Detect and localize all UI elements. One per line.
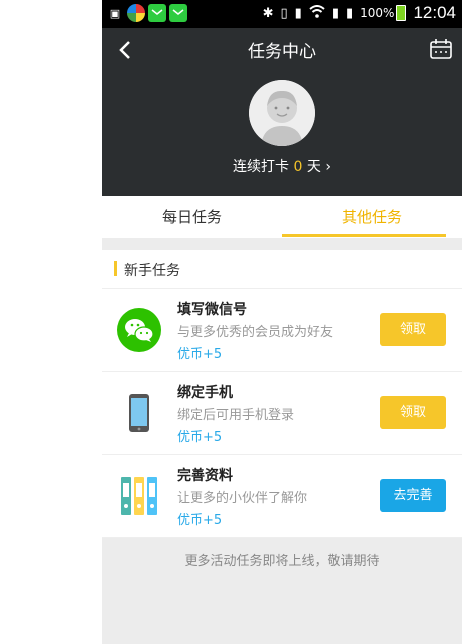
vibrate-icon: ▯ bbox=[280, 5, 288, 21]
section-title: 新手任务 bbox=[124, 263, 180, 279]
coming-soon-note: 更多活动任务即将上线，敬请期待 bbox=[184, 554, 380, 569]
page-title: 任务中心 bbox=[248, 42, 316, 62]
binders-icon bbox=[116, 473, 162, 519]
task-reward: 优币+5 bbox=[177, 347, 223, 362]
usb-icon: ▣ bbox=[109, 6, 121, 20]
tab-daily-tasks[interactable]: 每日任务 bbox=[102, 196, 282, 238]
sim-icon: ▮ bbox=[294, 5, 302, 21]
app-logo-icon bbox=[127, 4, 145, 22]
complete-profile-button[interactable]: 去完善 bbox=[380, 479, 446, 512]
checkin-days: 0 bbox=[293, 159, 303, 175]
claim-button[interactable]: 领取 bbox=[380, 396, 446, 429]
message-icon bbox=[148, 4, 166, 22]
system-icons: ✱ ▯ ▮ ▮ ▮ 100% 12:04 bbox=[263, 3, 456, 23]
task-item: 完善资料 让更多的小伙伴了解你 优币+5 去完善 bbox=[102, 455, 462, 538]
status-bar: ▣ ✱ ▯ ▮ ▮ ▮ 100% 12:04 bbox=[102, 0, 462, 28]
battery-indicator: 100% bbox=[360, 5, 407, 21]
message-icon bbox=[169, 4, 187, 22]
calendar-icon bbox=[430, 39, 452, 59]
checkin-unit: 天 bbox=[306, 159, 321, 175]
task-name: 绑定手机 bbox=[177, 385, 233, 401]
section-accent-bar bbox=[114, 261, 117, 276]
task-item: 绑定手机 绑定后可用手机登录 优币+5 领取 bbox=[102, 372, 462, 455]
bluetooth-icon: ✱ bbox=[262, 5, 274, 21]
task-tabs: 每日任务 其他任务 bbox=[102, 196, 462, 238]
battery-icon bbox=[396, 5, 407, 21]
phone-icon bbox=[116, 390, 162, 436]
checkin-label: 连续打卡 bbox=[233, 159, 290, 175]
notification-icons: ▣ bbox=[106, 4, 187, 22]
checkin-streak[interactable]: 连续打卡 0 天 › bbox=[102, 156, 462, 176]
avatar[interactable] bbox=[249, 80, 315, 146]
task-item: 填写微信号 与更多优秀的会员成为好友 优币+5 领取 bbox=[102, 289, 462, 372]
task-description: 与更多优秀的会员成为好友 bbox=[177, 325, 334, 340]
task-description: 让更多的小伙伴了解你 bbox=[177, 491, 308, 506]
claim-button[interactable]: 领取 bbox=[380, 313, 446, 346]
signal-icon: ▮ bbox=[345, 5, 354, 21]
battery-percent: 100% bbox=[360, 6, 395, 20]
wifi-icon bbox=[309, 4, 325, 22]
task-name: 填写微信号 bbox=[177, 302, 247, 318]
wechat-icon bbox=[116, 307, 162, 353]
active-tab-indicator bbox=[282, 234, 446, 237]
section-header: 新手任务 bbox=[102, 250, 462, 289]
signal-icon: ▮ bbox=[331, 5, 339, 21]
header: 任务中心 连续打卡 0 天 › bbox=[102, 28, 462, 196]
clock: 12:04 bbox=[413, 3, 456, 22]
task-description: 绑定后可用手机登录 bbox=[177, 408, 295, 423]
phone-screen: ▣ ✱ ▯ ▮ ▮ ▮ 100% 12:04 任务中心 连续打卡 0 天 › 每… bbox=[102, 0, 462, 644]
default-avatar-icon bbox=[249, 80, 315, 146]
task-reward: 优币+5 bbox=[177, 430, 223, 445]
calendar-button[interactable] bbox=[430, 39, 452, 59]
task-name: 完善资料 bbox=[177, 468, 233, 484]
task-reward: 优币+5 bbox=[177, 513, 223, 528]
chevron-right-icon: › bbox=[325, 159, 331, 175]
tab-other-tasks[interactable]: 其他任务 bbox=[282, 196, 462, 238]
